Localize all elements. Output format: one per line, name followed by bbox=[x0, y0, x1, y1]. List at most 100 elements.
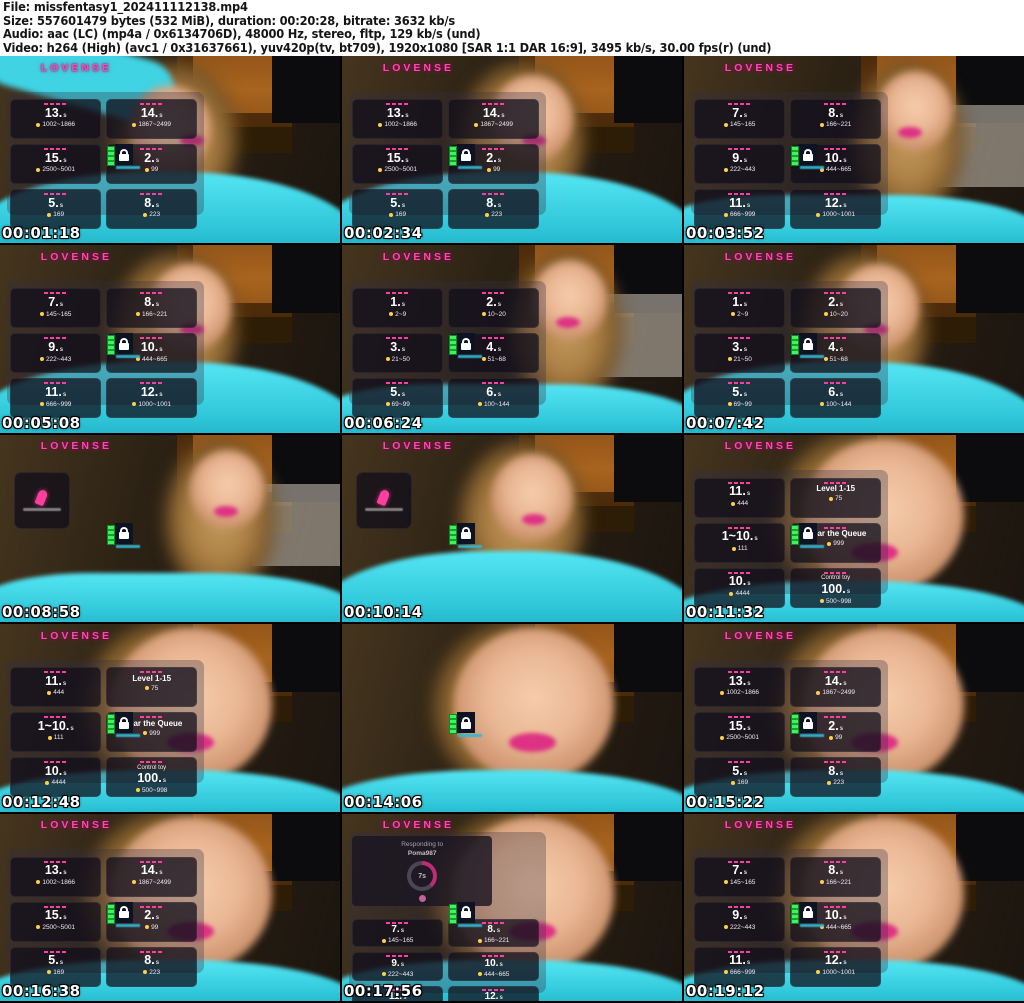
seconds-suffix: s bbox=[156, 203, 159, 209]
tip-tile: 7.s145~165 bbox=[10, 288, 101, 328]
watermark-bar bbox=[458, 355, 482, 358]
lovense-brand: LOVENSE bbox=[383, 62, 454, 74]
tile-range: 145~165 bbox=[724, 879, 756, 886]
tile-number: 10.s bbox=[141, 341, 163, 354]
lock-body bbox=[803, 911, 813, 918]
lock-body bbox=[803, 532, 813, 539]
tile-range: 222~443 bbox=[724, 166, 756, 173]
watermark-bar bbox=[116, 734, 140, 737]
tile-number-text: 11. bbox=[729, 485, 746, 498]
tile-range: 69~99 bbox=[386, 401, 410, 408]
tip-tile: 14.s1867~2499 bbox=[106, 99, 197, 139]
token-dot-icon bbox=[485, 213, 489, 217]
tile-range: 166~221 bbox=[136, 311, 168, 318]
tile-range-text: 1000~1001 bbox=[822, 969, 855, 976]
tile-range-text: 99 bbox=[151, 166, 158, 173]
tile-range-text: 500~998 bbox=[826, 598, 852, 605]
tip-tile: 14.s1867~2499 bbox=[448, 99, 539, 139]
token-dot-icon bbox=[816, 970, 820, 974]
tile-number: 4.s bbox=[828, 341, 843, 354]
tile-range: 222~443 bbox=[40, 356, 72, 363]
tile-range: 145~165 bbox=[382, 937, 414, 944]
tile-range: 500~998 bbox=[820, 598, 852, 605]
dash-icon bbox=[728, 103, 752, 105]
seconds-suffix: s bbox=[156, 302, 159, 308]
battery-icon bbox=[449, 525, 457, 545]
seconds-suffix: s bbox=[840, 347, 843, 353]
toy-status-icons bbox=[449, 902, 475, 924]
tile-range: 2500~5001 bbox=[720, 734, 759, 741]
tile-range-text: 222~443 bbox=[730, 166, 756, 173]
token-dot-icon bbox=[487, 168, 491, 172]
toy-icon bbox=[377, 489, 391, 506]
lock-body bbox=[803, 343, 813, 350]
seconds-suffix: s bbox=[402, 203, 405, 209]
lock-body bbox=[119, 911, 129, 918]
toy-status-icons bbox=[449, 144, 475, 166]
tile-number: 15.s bbox=[45, 909, 67, 922]
dash-icon bbox=[824, 193, 848, 195]
token-dot-icon bbox=[389, 213, 393, 217]
tile-number-text: 13. bbox=[45, 864, 62, 877]
tile-range: 2~9 bbox=[731, 311, 748, 318]
watermark-bar bbox=[800, 924, 824, 927]
tile-range: 99 bbox=[145, 166, 158, 173]
video-thumbnail: LOVENSE13.s1002~186614.s1867~249915.s250… bbox=[684, 624, 1024, 811]
tip-tile: 8.s223 bbox=[106, 947, 197, 987]
tile-number-text: 5. bbox=[732, 765, 742, 778]
toy-status-icons bbox=[107, 523, 133, 545]
tip-tile: 1~10.s111 bbox=[694, 523, 785, 563]
tile-number-text: 8. bbox=[828, 765, 838, 778]
timestamp-label: 00:17:56 bbox=[344, 982, 423, 1000]
lock-body bbox=[461, 343, 471, 350]
token-dot-icon bbox=[136, 312, 140, 316]
tile-number: 100.s bbox=[821, 583, 850, 596]
monitor-shape bbox=[272, 245, 340, 312]
dash-icon bbox=[728, 761, 752, 763]
tile-range-text: 444~665 bbox=[826, 166, 852, 173]
tile-number-text: 4. bbox=[486, 341, 496, 354]
seconds-suffix: s bbox=[747, 203, 750, 209]
token-dot-icon bbox=[724, 123, 728, 127]
tile-number: 2.s bbox=[486, 152, 501, 165]
toy-status-icons bbox=[449, 333, 475, 355]
token-dot-icon bbox=[132, 402, 136, 406]
seconds-suffix: s bbox=[402, 392, 405, 398]
tile-range: 1867~2499 bbox=[816, 689, 855, 696]
tip-tile: 11.s666~999 bbox=[694, 947, 785, 987]
tile-range: 444 bbox=[731, 500, 748, 507]
tile-number-text: 6. bbox=[486, 386, 496, 399]
tip-tile: 11.s444 bbox=[10, 667, 101, 707]
lovense-brand: LOVENSE bbox=[383, 251, 454, 263]
tile-range-text: 2~9 bbox=[395, 311, 406, 318]
battery-icon bbox=[791, 525, 799, 545]
timestamp-label: 00:06:24 bbox=[344, 414, 423, 432]
tip-tile: 2.s10~20 bbox=[790, 288, 881, 328]
lock-body bbox=[461, 911, 471, 918]
tile-number: Level 1-15 bbox=[816, 485, 855, 493]
tile-range: 222~443 bbox=[724, 924, 756, 931]
tile-number-text: 10. bbox=[141, 341, 158, 354]
token-dot-icon bbox=[827, 542, 831, 546]
tile-number-text: 15. bbox=[45, 909, 62, 922]
tile-number-text: 2. bbox=[486, 296, 496, 309]
seconds-suffix: s bbox=[159, 392, 162, 398]
lovense-brand: LOVENSE bbox=[41, 251, 112, 263]
lovense-brand: LOVENSE bbox=[725, 630, 796, 642]
tile-number: 12.s bbox=[825, 954, 847, 967]
token-dot-icon bbox=[724, 970, 728, 974]
watermark-bar bbox=[116, 545, 140, 548]
toy-status-icons bbox=[449, 712, 475, 734]
seconds-suffix: s bbox=[60, 203, 63, 209]
seconds-suffix: s bbox=[497, 928, 500, 934]
tile-number: 4.s bbox=[486, 341, 501, 354]
tip-tile: 8.s223 bbox=[790, 757, 881, 797]
tip-tile: 15.s2500~5001 bbox=[352, 144, 443, 184]
watermark-bar bbox=[458, 924, 482, 927]
tile-range-text: 2500~5001 bbox=[384, 166, 417, 173]
thumbnail-grid: LOVENSE13.s1002~186614.s1867~249915.s250… bbox=[0, 56, 1024, 1003]
tile-range: 100~144 bbox=[478, 401, 510, 408]
lovense-brand: LOVENSE bbox=[41, 630, 112, 642]
dash-icon bbox=[44, 761, 68, 763]
tile-number: 11.s bbox=[45, 675, 66, 688]
